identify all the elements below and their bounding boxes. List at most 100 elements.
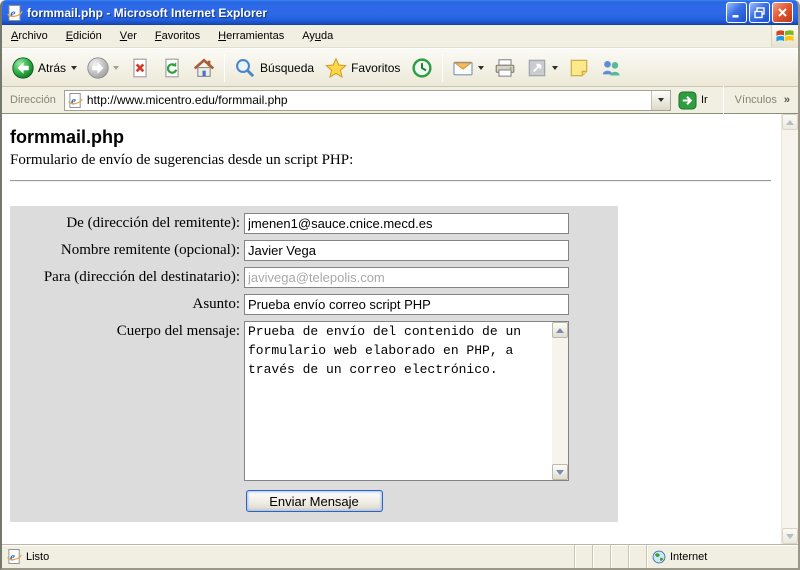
history-button[interactable] — [406, 53, 438, 83]
history-icon — [411, 57, 433, 79]
window-title: formmail.php - Microsoft Internet Explor… — [27, 6, 726, 20]
chevron-down-icon[interactable] — [71, 66, 77, 70]
messenger-button[interactable] — [595, 53, 627, 83]
chevron-down-icon — [113, 66, 119, 70]
go-label: Ir — [701, 94, 708, 106]
ie-icon: e — [68, 93, 83, 108]
search-icon — [234, 57, 256, 79]
discuss-button[interactable] — [563, 53, 595, 83]
page-scroll-track[interactable] — [782, 130, 798, 528]
textarea-scroll-up-button[interactable] — [552, 322, 568, 338]
restore-icon — [753, 6, 766, 19]
submit-button[interactable]: Enviar Mensaje — [246, 490, 383, 512]
form-row-submit: Enviar Mensaje — [10, 490, 618, 512]
chevron-down-icon — [658, 98, 664, 102]
menu-ver[interactable]: Ver — [111, 25, 146, 47]
page-scroll-up-button[interactable] — [782, 114, 798, 130]
input-para[interactable] — [244, 267, 569, 288]
status-message-pane: e Listo — [2, 545, 574, 568]
page-scrollbar[interactable] — [781, 114, 798, 544]
form-row-de: De (dirección del remitente): — [10, 213, 618, 234]
favorites-icon — [325, 57, 347, 79]
minimize-button[interactable] — [726, 2, 747, 23]
arrow-up-icon — [786, 120, 794, 125]
favorites-button[interactable]: Favoritos — [320, 53, 406, 83]
back-button[interactable]: Atrás — [7, 53, 82, 83]
window-controls — [726, 2, 793, 23]
ie-page-icon: e — [7, 5, 23, 21]
addressbar-separator — [723, 86, 724, 114]
home-icon — [193, 57, 215, 79]
restore-button[interactable] — [749, 2, 770, 23]
chevron-down-icon[interactable] — [552, 66, 558, 70]
form-row-asunto: Asunto: — [10, 294, 618, 315]
field-label-para: Para (dirección del destinatario): — [10, 269, 244, 286]
close-icon — [776, 6, 789, 19]
field-label-mensaje: Cuerpo del mensaje: — [10, 321, 244, 340]
menu-favoritos[interactable]: Favoritos — [146, 25, 209, 47]
form-row-nombre: Nombre remitente (opcional): — [10, 240, 618, 261]
menu-herramientas[interactable]: Herramientas — [209, 25, 293, 47]
home-button[interactable] — [188, 53, 220, 83]
address-bar: Dirección e http://www.micentro.edu/form… — [2, 87, 798, 114]
toolbar-separator — [442, 54, 443, 82]
search-label: Búsqueda — [260, 61, 315, 75]
minimize-icon — [730, 6, 743, 19]
input-de[interactable] — [244, 213, 569, 234]
favorites-label: Favoritos — [351, 61, 401, 75]
forward-icon — [87, 57, 109, 79]
input-nombre[interactable] — [244, 240, 569, 261]
arrow-down-icon — [786, 534, 794, 539]
message-textarea-frame: Prueba de envío del contenido de un form… — [244, 321, 569, 481]
status-text: Listo — [26, 551, 49, 563]
links-label[interactable]: Vínculos — [733, 94, 779, 106]
page-scroll-down-button[interactable] — [782, 528, 798, 544]
toolbar-separator — [224, 54, 225, 82]
menu-archivo[interactable]: Archivo — [2, 25, 57, 47]
url-text: http://www.micentro.edu/formmail.php — [87, 93, 647, 107]
chevron-down-icon[interactable] — [478, 66, 484, 70]
stop-button[interactable] — [124, 53, 156, 83]
form-box: De (dirección del remitente): Nombre rem… — [10, 206, 618, 522]
field-label-de: De (dirección del remitente): — [10, 215, 244, 232]
go-icon — [678, 91, 697, 110]
mail-icon — [452, 57, 474, 79]
ie-status-icon: e — [7, 549, 22, 564]
refresh-icon — [161, 57, 183, 79]
field-label-nombre: Nombre remitente (opcional): — [10, 242, 244, 259]
windows-logo — [771, 25, 798, 47]
message-textarea[interactable]: Prueba de envío del contenido de un form… — [245, 322, 552, 480]
status-pane — [610, 545, 628, 568]
address-dropdown-button[interactable] — [651, 91, 670, 110]
globe-icon — [652, 550, 666, 564]
stop-icon — [129, 57, 151, 79]
page-title: formmail.php — [10, 127, 773, 148]
menu-edicion[interactable]: Edición — [57, 25, 111, 47]
address-input[interactable]: e http://www.micentro.edu/formmail.php — [64, 90, 671, 111]
print-icon — [494, 57, 516, 79]
textarea-scrollbar[interactable] — [552, 322, 568, 480]
security-zone-pane: Internet — [646, 545, 798, 568]
status-bar: e Listo Internet — [2, 544, 798, 568]
textarea-scroll-track[interactable] — [552, 338, 568, 464]
menu-ayuda[interactable]: Ayuda — [293, 25, 342, 47]
edit-button[interactable] — [521, 53, 563, 83]
forward-button[interactable] — [82, 53, 124, 83]
browser-window: e formmail.php - Microsoft Internet Expl… — [0, 0, 800, 570]
svg-text:e: e — [10, 551, 15, 563]
arrow-up-icon — [556, 328, 564, 333]
title-bar: e formmail.php - Microsoft Internet Expl… — [2, 0, 798, 25]
go-button[interactable]: Ir — [676, 89, 714, 112]
mail-button[interactable] — [447, 53, 489, 83]
textarea-scroll-down-button[interactable] — [552, 464, 568, 480]
svg-text:e: e — [10, 6, 16, 20]
search-button[interactable]: Búsqueda — [229, 53, 320, 83]
links-chevron-icon[interactable]: » — [784, 94, 793, 106]
close-button[interactable] — [772, 2, 793, 23]
page-subtitle: Formulario de envío de sugerencias desde… — [10, 152, 773, 169]
refresh-button[interactable] — [156, 53, 188, 83]
form-row-mensaje: Cuerpo del mensaje: Prueba de envío del … — [10, 321, 618, 481]
input-asunto[interactable] — [244, 294, 569, 315]
print-button[interactable] — [489, 53, 521, 83]
back-label: Atrás — [38, 61, 67, 75]
